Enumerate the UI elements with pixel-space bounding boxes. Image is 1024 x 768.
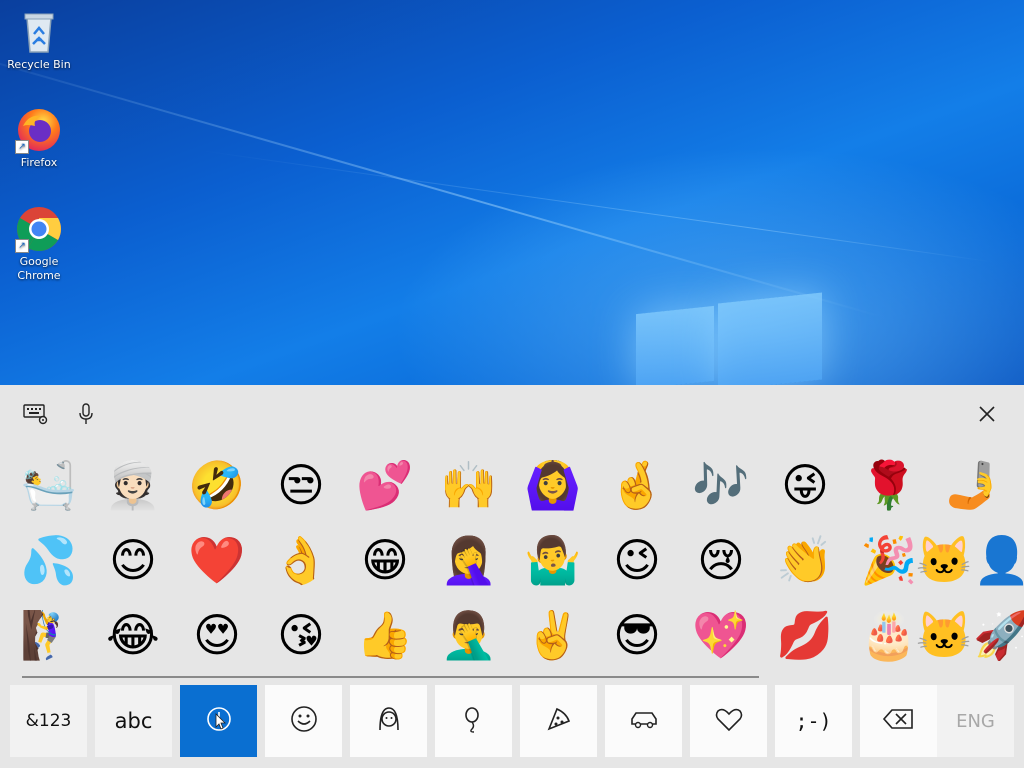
light-beam — [199, 150, 993, 263]
recycle-bin-icon — [15, 8, 63, 56]
emoji-key[interactable]: 🌹 — [847, 449, 931, 521]
emoji-key[interactable]: 🐱‍👤 — [916, 524, 1024, 596]
desktop-wallpaper: Recycle Bin ↗ Firefox ↗ Google Chrome — [0, 0, 1024, 385]
smiley-icon — [289, 704, 319, 738]
symbols-emoji-tab[interactable] — [690, 685, 767, 757]
recent-emoji-tab[interactable] — [180, 685, 257, 757]
celebration-tab[interactable] — [435, 685, 512, 757]
symbols-key[interactable]: &123 — [10, 685, 87, 757]
desktop-icon-label: Firefox — [20, 156, 58, 169]
firefox-icon: ↗ — [15, 106, 63, 154]
emoji-key[interactable]: 🤣 — [175, 449, 259, 521]
abc-key-label: abc — [114, 709, 153, 733]
heart-icon — [713, 704, 745, 738]
emoji-key[interactable]: 🤦‍♂️ — [427, 599, 511, 671]
recent-history-icon — [205, 705, 233, 737]
emoji-key[interactable]: 😜 — [763, 449, 847, 521]
keyboard-toolbar — [0, 385, 1024, 443]
desktop-icon-firefox[interactable]: ↗ Firefox — [1, 106, 77, 170]
desktop-icon-label: Google Chrome — [17, 255, 61, 282]
keyboard-bottom-row: &123 abc ;-) ENG — [10, 685, 1014, 757]
desktop-icon-recycle-bin[interactable]: Recycle Bin — [1, 8, 77, 72]
windows-logo — [636, 290, 822, 385]
car-icon — [628, 704, 660, 738]
emoji-key[interactable]: 🤷‍♂️ — [511, 524, 595, 596]
travel-tab[interactable] — [605, 685, 682, 757]
emoji-key[interactable]: 👍 — [343, 599, 427, 671]
desktop-icon-chrome[interactable]: ↗ Google Chrome — [1, 205, 77, 283]
symbols-key-label: &123 — [25, 711, 72, 731]
desktop-icon-label: Recycle Bin — [7, 58, 71, 71]
emoji-key[interactable]: 🐱‍🚀 — [916, 599, 1024, 671]
emoji-key[interactable]: 😂 — [91, 599, 175, 671]
language-key[interactable]: ENG — [937, 685, 1014, 757]
emoji-key[interactable]: 🤞 — [595, 449, 679, 521]
emoji-key[interactable]: ❤️ — [175, 524, 259, 596]
close-icon[interactable] — [973, 401, 1001, 427]
emoji-key[interactable]: 😊 — [91, 524, 175, 596]
shortcut-arrow-icon: ↗ — [15, 140, 29, 154]
emoji-key[interactable]: 😢 — [679, 524, 763, 596]
balloon-icon — [459, 704, 489, 738]
microphone-icon[interactable] — [72, 401, 100, 427]
emoji-scrollbar[interactable] — [22, 676, 759, 678]
emoji-key[interactable]: 👏 — [763, 524, 847, 596]
emoji-key[interactable]: 🤳 — [931, 449, 1015, 521]
emoji-key[interactable]: 😒 — [259, 449, 343, 521]
smileys-tab[interactable] — [265, 685, 342, 757]
language-key-label: ENG — [956, 710, 995, 732]
chrome-icon: ↗ — [15, 205, 63, 253]
emoji-key[interactable]: 💦 — [7, 524, 91, 596]
emoji-key[interactable]: 🙌 — [427, 449, 511, 521]
emoji-key[interactable]: 💋 — [763, 599, 847, 671]
emoji-key[interactable]: 😎 — [595, 599, 679, 671]
food-tab[interactable] — [520, 685, 597, 757]
emoji-key[interactable]: 😉 — [595, 524, 679, 596]
emoji-key[interactable]: 🛀 — [7, 449, 91, 521]
touch-keyboard: 🛀 👳🏻 🤣 😒 💕 🙌 🙆‍♀️ 🤞 🎶 😜 🌹 🤳 💦 😊 ❤️ 👌 😁 🤦‍♀️ 🤷‍♂️ 😉 😢 👏 🎉 🐱‍👤 🧗‍♀… — [0, 385, 1024, 768]
light-beam — [0, 40, 882, 318]
person-icon — [374, 704, 404, 738]
pizza-icon — [544, 704, 574, 738]
emoticon-key-label: ;-) — [795, 709, 832, 733]
emoji-key[interactable]: 🤦‍♀️ — [427, 524, 511, 596]
emoji-grid: 🛀 👳🏻 🤣 😒 💕 🙌 🙆‍♀️ 🤞 🎶 😜 🌹 🤳 💦 😊 ❤️ 👌 😁 🤦‍♀️ 🤷‍♂️ 😉 😢 👏 🎉 🐱‍👤 🧗‍♀… — [0, 449, 1024, 671]
emoji-key[interactable]: 🙆‍♀️ — [511, 449, 595, 521]
emoji-key[interactable]: 😁 — [343, 524, 427, 596]
shortcut-arrow-icon: ↗ — [15, 239, 29, 253]
emoticon-key[interactable]: ;-) — [775, 685, 852, 757]
emoji-key[interactable]: 😘 — [259, 599, 343, 671]
keyboard-settings-icon[interactable] — [22, 401, 50, 427]
backspace-icon — [882, 706, 916, 736]
emoji-key[interactable]: 🎶 — [679, 449, 763, 521]
emoji-key[interactable]: 🧗‍♀️ — [7, 599, 91, 671]
people-tab[interactable] — [350, 685, 427, 757]
emoji-key[interactable]: ✌️ — [511, 599, 595, 671]
emoji-key[interactable]: 👳🏻 — [91, 449, 175, 521]
abc-key[interactable]: abc — [95, 685, 172, 757]
emoji-key[interactable]: 💖 — [679, 599, 763, 671]
emoji-key[interactable]: 💕 — [343, 449, 427, 521]
emoji-key[interactable]: 😍 — [175, 599, 259, 671]
backspace-key[interactable] — [860, 685, 937, 757]
emoji-key[interactable]: 👌 — [259, 524, 343, 596]
